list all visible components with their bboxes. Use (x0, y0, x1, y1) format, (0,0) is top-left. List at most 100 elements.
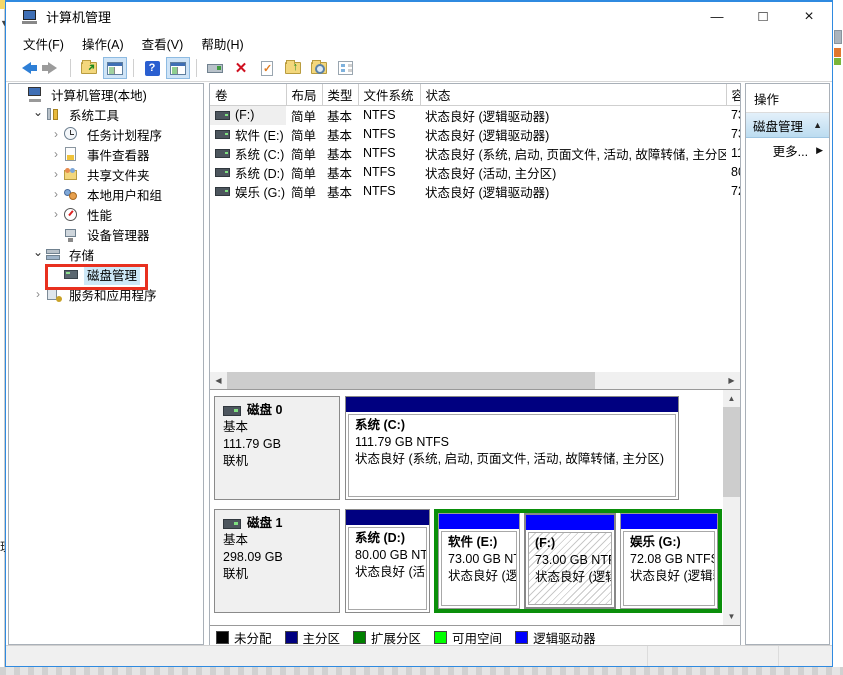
back-icon[interactable] (14, 57, 38, 79)
background-icon-fragment (834, 30, 842, 44)
collapse-icon[interactable]: ▲ (813, 120, 822, 130)
legend-swatch (434, 631, 447, 644)
scroll-left-icon[interactable]: ◀ (210, 372, 227, 389)
show-action-pane-icon[interactable] (166, 57, 190, 79)
computer-management-icon (22, 10, 38, 24)
tree-item-computer-management[interactable]: › 计算机管理(本地) (9, 84, 203, 104)
drive-icon (215, 130, 230, 139)
toolbar-separator (196, 59, 197, 77)
view-options-icon[interactable] (333, 57, 357, 79)
actions-section-disk-management[interactable]: 磁盘管理 ▲ (746, 113, 829, 138)
column-capacity[interactable]: 容量 (726, 84, 740, 105)
menu-view[interactable]: 查看(V) (133, 31, 193, 56)
partition-d[interactable]: 系统 (D:) 80.00 GB NTFS 状态良好 (活动, 主分区) (345, 509, 430, 613)
check-document-icon[interactable] (255, 57, 279, 79)
menu-action[interactable]: 操作(A) (73, 31, 133, 56)
disk-icon (223, 519, 241, 529)
volume-list: 卷 布局 类型 文件系统 状态 容量 (F:) 简单 基本 (210, 84, 740, 372)
table-row-volume-d[interactable]: 系统 (D:) 简单 基本 NTFS 状态良好 (活动, 主分区) 80.00 … (210, 163, 740, 182)
vertical-scrollbar[interactable]: ▲ ▼ (723, 390, 740, 625)
background-icon-fragment (834, 48, 841, 57)
menu-help[interactable]: 帮助(H) (192, 31, 252, 56)
chevron-right-icon[interactable]: › (49, 207, 63, 221)
tree-item-task-scheduler[interactable]: › 任务计划程序 (9, 124, 203, 144)
chevron-right-icon[interactable]: › (49, 187, 63, 201)
table-row-volume-f[interactable]: (F:) 简单 基本 NTFS 状态良好 (逻辑驱动器) 73.00 GB (210, 105, 740, 125)
minimize-button[interactable]: — (694, 2, 740, 31)
statusbar-divider (778, 646, 779, 666)
toolbar-separator (70, 59, 71, 77)
legend-swatch (216, 631, 229, 644)
tools-icon (45, 107, 62, 122)
legend-swatch (515, 631, 528, 644)
open-folder-icon[interactable] (77, 57, 101, 79)
chevron-right-icon[interactable]: › (49, 147, 63, 161)
partition-e[interactable]: 软件 (E:) 73.00 GB NTFS 状态良好 (逻辑驱动器) (438, 513, 520, 609)
column-filesystem[interactable]: 文件系统 (358, 84, 420, 105)
computer-management-window: 计算机管理 — □ × 文件(F) 操作(A) 查看(V) 帮助(H) ? ✕ (5, 0, 833, 667)
toolbar: ? ✕ (6, 55, 832, 82)
chevron-down-icon[interactable]: ⌄ (31, 105, 45, 119)
shared-folder-icon (63, 167, 80, 182)
users-icon (63, 187, 80, 202)
actions-more[interactable]: 更多... ▶ (746, 138, 829, 162)
status-bar (6, 645, 832, 666)
clock-icon (63, 127, 80, 142)
partition-c[interactable]: 系统 (C:) 111.79 GB NTFS 状态良好 (系统, 启动, 页面文… (345, 396, 679, 500)
background-taskbar-strip (0, 667, 843, 675)
table-row-volume-e[interactable]: 软件 (E:) 简单 基本 NTFS 状态良好 (逻辑驱动器) 73.00 GB (210, 125, 740, 144)
tree-item-performance[interactable]: › 性能 (9, 204, 203, 224)
scroll-right-icon[interactable]: ▶ (723, 372, 740, 389)
volume-table-header[interactable]: 卷 布局 类型 文件系统 状态 容量 (210, 84, 740, 105)
close-button[interactable]: × (786, 2, 832, 31)
disk-0-label[interactable]: 磁盘 0 基本 111.79 GB 联机 (214, 396, 340, 500)
tree-item-event-viewer[interactable]: › 事件查看器 (9, 144, 203, 164)
annotation-box (45, 264, 148, 290)
maximize-button[interactable]: □ (740, 2, 786, 31)
table-row-volume-g[interactable]: 娱乐 (G:) 简单 基本 NTFS 状态良好 (逻辑驱动器) 72.08 GB (210, 182, 740, 201)
chevron-right-icon[interactable]: › (49, 167, 63, 181)
legend-swatch (353, 631, 366, 644)
drive-icon (215, 187, 230, 196)
column-volume[interactable]: 卷 (210, 84, 286, 105)
disk-1-label[interactable]: 磁盘 1 基本 298.09 GB 联机 (214, 509, 340, 613)
partition-f[interactable]: (F:) 73.00 GB NTFS 状态良好 (逻辑驱动器) (524, 513, 616, 609)
horizontal-scrollbar[interactable]: ◀ ▶ (210, 372, 740, 389)
menu-file[interactable]: 文件(F) (14, 31, 73, 56)
chevron-right-icon[interactable]: › (49, 127, 63, 141)
chevron-right-icon[interactable]: › (31, 287, 45, 301)
background-icon-fragment (834, 58, 841, 65)
gauge-icon (63, 207, 80, 222)
disk-icon (223, 406, 241, 416)
forward-icon[interactable] (40, 57, 64, 79)
show-console-tree-icon[interactable] (103, 57, 127, 79)
explore-folder-icon[interactable] (307, 57, 331, 79)
export-folder-icon[interactable] (281, 57, 305, 79)
tree-item-shared-folders[interactable]: › 共享文件夹 (9, 164, 203, 184)
help-icon[interactable]: ? (140, 57, 164, 79)
tree-item-device-manager[interactable]: › 设备管理器 (9, 224, 203, 244)
partition-g[interactable]: 娱乐 (G:) 72.08 GB NTFS 状态良好 (逻辑驱动器) (620, 513, 718, 609)
table-row-volume-c[interactable]: 系统 (C:) 简单 基本 NTFS 状态良好 (系统, 启动, 页面文件, 活… (210, 144, 740, 163)
drive-icon (215, 149, 230, 158)
scroll-up-icon[interactable]: ▲ (723, 390, 740, 407)
partition-header (346, 510, 429, 525)
column-layout[interactable]: 布局 (286, 84, 322, 105)
tree-item-system-tools[interactable]: ⌄ 系统工具 (9, 104, 203, 124)
column-status[interactable]: 状态 (420, 84, 726, 105)
delete-icon[interactable]: ✕ (229, 57, 253, 79)
chevron-down-icon[interactable]: ⌄ (31, 245, 45, 259)
scrollbar-thumb[interactable] (723, 407, 740, 497)
scrollbar-thumb[interactable] (227, 372, 595, 389)
title-bar[interactable]: 计算机管理 — □ × (6, 2, 832, 31)
disk-1-row: 磁盘 1 基本 298.09 GB 联机 系统 (D:) 80.00 GB NT… (214, 509, 719, 613)
console-tree-pane: › 计算机管理(本地) ⌄ 系统工具 › 任务计划程序 › 事件查看器 › (8, 83, 204, 645)
background-window-right (833, 0, 843, 667)
device-properties-icon[interactable] (203, 57, 227, 79)
submenu-arrow-icon: ▶ (816, 145, 823, 156)
scroll-down-icon[interactable]: ▼ (723, 608, 740, 625)
toolbar-separator (133, 59, 134, 77)
column-type[interactable]: 类型 (322, 84, 358, 105)
tree-item-storage[interactable]: ⌄ 存储 (9, 244, 203, 264)
tree-item-local-users-groups[interactable]: › 本地用户和组 (9, 184, 203, 204)
